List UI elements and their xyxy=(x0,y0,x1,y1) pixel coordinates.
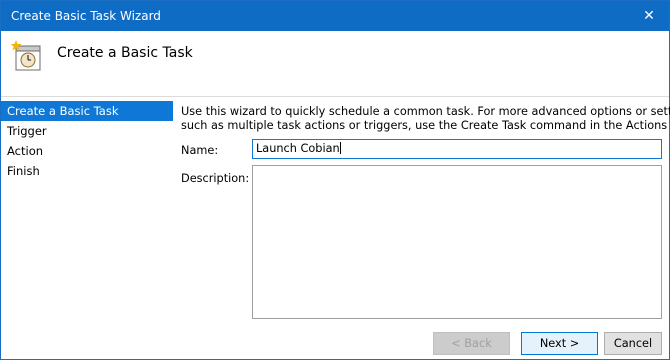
page-heading: Create a Basic Task xyxy=(57,45,193,61)
step-finish[interactable]: Finish xyxy=(1,161,173,181)
description-field[interactable] xyxy=(252,165,662,319)
title-bar[interactable]: Create Basic Task Wizard ✕ xyxy=(1,1,669,31)
step-action[interactable]: Action xyxy=(1,141,173,161)
name-label: Name: xyxy=(181,144,219,157)
close-icon[interactable]: ✕ xyxy=(629,1,669,31)
text-caret xyxy=(339,142,341,154)
description-label: Description: xyxy=(181,172,250,185)
wizard-content: Use this wizard to quickly schedule a co… xyxy=(181,105,670,133)
window-title: Create Basic Task Wizard xyxy=(11,9,161,23)
name-field[interactable]: Launch Cobian xyxy=(252,139,662,159)
task-scheduler-icon xyxy=(10,40,41,71)
wizard-header: Create a Basic Task xyxy=(1,31,669,95)
wizard-window: Create Basic Task Wizard ✕ Create a Basi… xyxy=(0,0,670,360)
cancel-button[interactable]: Cancel xyxy=(604,332,662,355)
intro-line-1: Use this wizard to quickly schedule a co… xyxy=(181,105,670,118)
next-button[interactable]: Next > xyxy=(521,332,598,355)
intro-line-2: such as multiple task actions or trigger… xyxy=(181,119,670,132)
back-button[interactable]: < Back xyxy=(433,332,510,355)
name-value: Launch Cobian xyxy=(256,142,340,155)
step-trigger[interactable]: Trigger xyxy=(1,121,173,141)
step-create-basic-task[interactable]: Create a Basic Task xyxy=(1,101,173,121)
header-divider xyxy=(1,96,669,97)
wizard-steps: Create a Basic Task Trigger Action Finis… xyxy=(1,101,173,181)
